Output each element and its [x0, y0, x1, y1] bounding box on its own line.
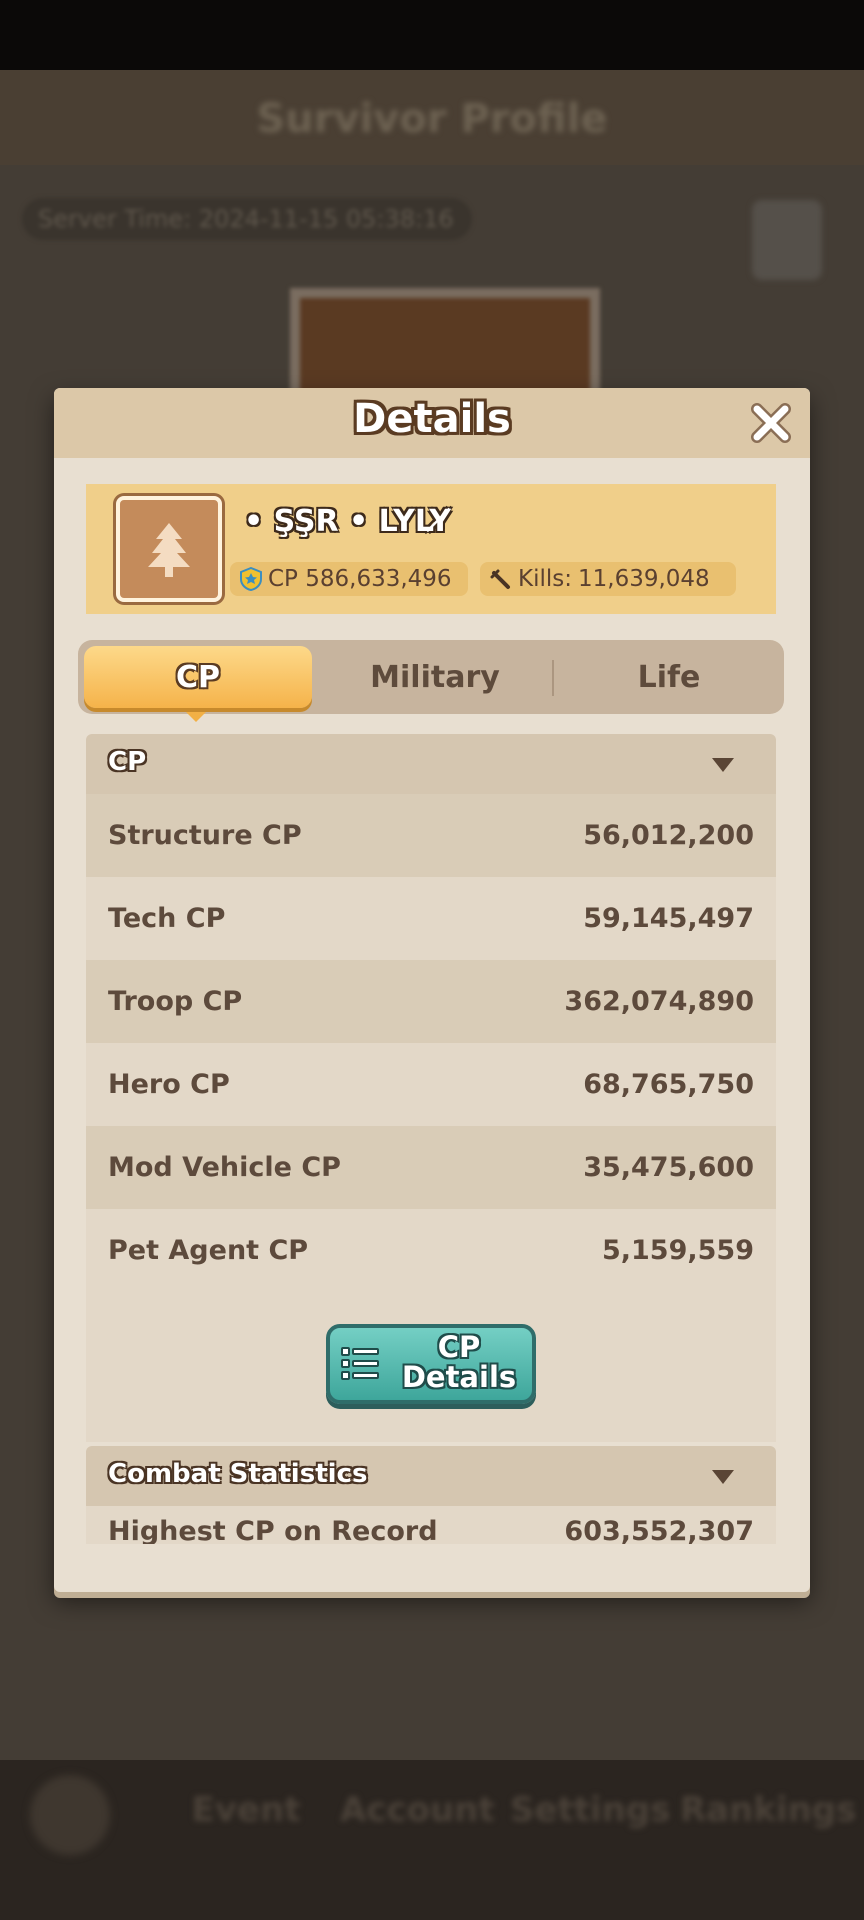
row-label: Hero CP	[108, 1069, 230, 1100]
combat-section-header[interactable]: Combat Statistics	[86, 1446, 776, 1506]
row-value: 5,159,559	[601, 1235, 754, 1266]
nav-item-event: Event	[191, 1790, 301, 1830]
cp-section-title: CP	[108, 747, 147, 777]
row-value: 68,765,750	[583, 1069, 754, 1100]
list-item: Tech CP 59,145,497	[86, 877, 776, 960]
cp-section-header[interactable]: CP	[86, 734, 776, 794]
background-server-time: Server Time: 2024-11-15 05:38:16	[22, 198, 472, 240]
nav-item-settings: Settings	[510, 1790, 671, 1830]
list-icon	[341, 1347, 379, 1380]
kills-pill: Kills: 11,639,048	[480, 562, 736, 596]
row-value: 35,475,600	[583, 1152, 754, 1183]
tab-life[interactable]: Life	[556, 646, 782, 708]
details-dialog: Details • ŞŞR • LYLY̸ CP 586,633,496 Kil…	[54, 388, 810, 1592]
cp-pill: CP 586,633,496	[230, 562, 468, 596]
tab-divider	[552, 660, 554, 696]
list-item: Pet Agent CP 5,159,559	[86, 1209, 776, 1292]
tab-cp[interactable]: CP	[84, 646, 312, 708]
close-icon	[751, 403, 791, 443]
cp-total: CP 586,633,496	[268, 566, 452, 592]
sword-icon	[490, 569, 510, 589]
player-name: • ŞŞR • LYLY̸	[244, 504, 451, 539]
nav-avatar-icon	[30, 1775, 110, 1855]
cp-details-button[interactable]: CP Details	[326, 1324, 536, 1404]
list-item: Structure CP 56,012,200	[86, 794, 776, 877]
row-label: Tech CP	[108, 903, 226, 934]
tab-pointer	[186, 712, 206, 722]
dropdown-arrow-icon[interactable]	[712, 758, 734, 772]
nav-item-account: Account	[340, 1790, 495, 1830]
avatar[interactable]	[116, 496, 222, 602]
kills-value: 11,639,048	[578, 566, 710, 592]
combat-section-title: Combat Statistics	[108, 1459, 368, 1489]
row-label: Structure CP	[108, 820, 302, 851]
row-value: 362,074,890	[564, 986, 754, 1017]
background-title: Survivor Profile	[256, 96, 608, 142]
tab-bar: CP Military Life	[78, 640, 784, 714]
list-item: Troop CP 362,074,890	[86, 960, 776, 1043]
cp-details-label: CP Details	[386, 1332, 532, 1392]
row-value: 59,145,497	[583, 903, 754, 934]
row-value: 56,012,200	[583, 820, 754, 851]
list-item: Hero CP 68,765,750	[86, 1043, 776, 1126]
list-item: Mod Vehicle CP 35,475,600	[86, 1126, 776, 1209]
kills-label: Kills:	[518, 566, 572, 592]
background-badge	[752, 200, 822, 280]
dropdown-arrow-icon[interactable]	[712, 1470, 734, 1484]
row-value: 603,552,307	[564, 1516, 754, 1544]
cp-details-label-line2: Details	[401, 1360, 517, 1394]
row-label: Mod Vehicle CP	[108, 1152, 341, 1183]
row-label: Highest CP on Record	[108, 1516, 438, 1544]
status-bar	[0, 0, 864, 70]
player-banner: • ŞŞR • LYLY̸ CP 586,633,496 Kills: 11,6…	[86, 484, 776, 614]
bottom-nav	[0, 1760, 864, 1920]
tree-icon	[148, 523, 190, 577]
nav-item-rankings: Rankings	[680, 1790, 857, 1830]
tab-military[interactable]: Military	[322, 646, 548, 708]
list-item: Highest CP on Record 603,552,307	[86, 1506, 776, 1544]
dialog-title: Details	[353, 396, 511, 442]
shield-icon	[240, 567, 262, 591]
row-label: Pet Agent CP	[108, 1235, 309, 1266]
cp-details-label-line1: CP	[437, 1330, 481, 1364]
row-label: Troop CP	[108, 986, 243, 1017]
close-button[interactable]	[748, 400, 794, 446]
